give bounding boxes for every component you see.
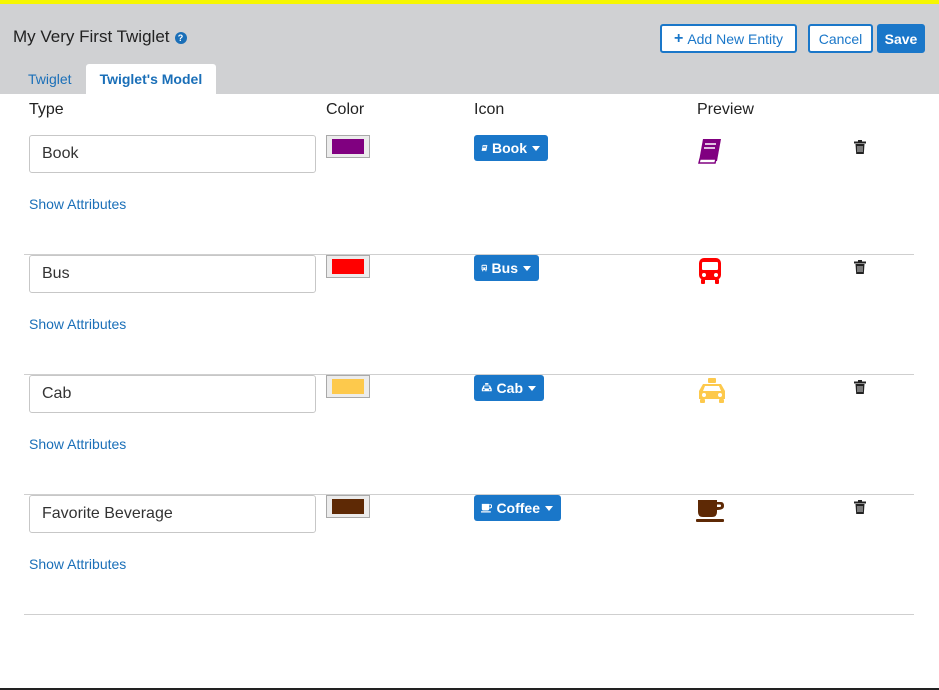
color-swatch-fill bbox=[332, 259, 364, 274]
icon-dropdown[interactable]: Coffee bbox=[474, 495, 561, 521]
icon-dropdown[interactable]: Book bbox=[474, 135, 548, 161]
tab-twiglet[interactable]: Twiglet bbox=[14, 64, 86, 94]
trash-icon[interactable] bbox=[854, 260, 866, 274]
show-attributes-link[interactable]: Show Attributes bbox=[29, 556, 126, 572]
color-swatch-fill bbox=[332, 499, 364, 514]
add-new-entity-button[interactable]: + Add New Entity bbox=[660, 24, 797, 53]
color-picker[interactable] bbox=[326, 135, 370, 158]
show-attributes-link[interactable]: Show Attributes bbox=[29, 196, 126, 212]
color-picker[interactable] bbox=[326, 375, 370, 398]
tab-twiglets-model[interactable]: Twiglet's Model bbox=[85, 64, 217, 94]
icon-dropdown-label: Coffee bbox=[496, 500, 540, 516]
entity-type-input[interactable] bbox=[29, 375, 316, 413]
entity-row: Coffee Show Attributes bbox=[24, 495, 914, 615]
header: My Very First Twiglet ? + Add New Entity… bbox=[0, 4, 939, 94]
column-header-preview: Preview bbox=[697, 101, 754, 118]
color-swatch-fill bbox=[332, 379, 364, 394]
trash-icon[interactable] bbox=[854, 140, 866, 154]
color-swatch-fill bbox=[332, 139, 364, 154]
book-icon bbox=[481, 145, 488, 151]
chevron-down-icon bbox=[523, 265, 531, 271]
icon-dropdown[interactable]: Cab bbox=[474, 375, 544, 401]
icon-dropdown[interactable]: Bus bbox=[474, 255, 539, 281]
chevron-down-icon bbox=[532, 145, 540, 151]
trash-icon[interactable] bbox=[854, 380, 866, 394]
entity-type-input[interactable] bbox=[29, 255, 316, 293]
show-attributes-link[interactable]: Show Attributes bbox=[29, 436, 126, 452]
cancel-button[interactable]: Cancel bbox=[808, 24, 873, 53]
plus-icon: + bbox=[673, 29, 684, 47]
save-button[interactable]: Save bbox=[877, 24, 925, 53]
page-title: My Very First Twiglet bbox=[13, 27, 170, 46]
cab-icon bbox=[699, 378, 725, 403]
entity-row: Bus Show Attributes bbox=[24, 255, 914, 375]
help-icon[interactable]: ? bbox=[174, 32, 187, 44]
icon-dropdown-label: Bus bbox=[491, 260, 518, 276]
color-picker[interactable] bbox=[326, 255, 370, 278]
book-icon bbox=[698, 139, 721, 164]
entity-row: Book Show Attributes bbox=[24, 135, 914, 255]
entity-row: Cab Show Attributes bbox=[24, 375, 914, 495]
trash-icon[interactable] bbox=[854, 500, 866, 514]
column-header-type: Type bbox=[29, 101, 64, 118]
icon-dropdown-label: Book bbox=[492, 140, 527, 156]
title-area: My Very First Twiglet ? bbox=[13, 27, 187, 47]
coffee-icon bbox=[696, 500, 724, 522]
chevron-down-icon bbox=[545, 505, 553, 511]
bus-icon bbox=[699, 258, 721, 284]
add-new-entity-label: Add New Entity bbox=[687, 30, 784, 47]
coffee-icon bbox=[481, 503, 493, 513]
tab-bar: Twiglet Twiglet's Model bbox=[14, 64, 217, 94]
column-header-icon: Icon bbox=[474, 101, 505, 118]
chevron-down-icon bbox=[528, 385, 536, 391]
cab-icon bbox=[481, 383, 492, 392]
entity-type-input[interactable] bbox=[29, 495, 316, 533]
entity-type-input[interactable] bbox=[29, 135, 316, 173]
icon-dropdown-label: Cab bbox=[496, 380, 523, 396]
bus-icon bbox=[481, 264, 488, 272]
color-picker[interactable] bbox=[326, 495, 370, 518]
show-attributes-link[interactable]: Show Attributes bbox=[29, 316, 126, 332]
column-header-color: Color bbox=[326, 101, 365, 118]
